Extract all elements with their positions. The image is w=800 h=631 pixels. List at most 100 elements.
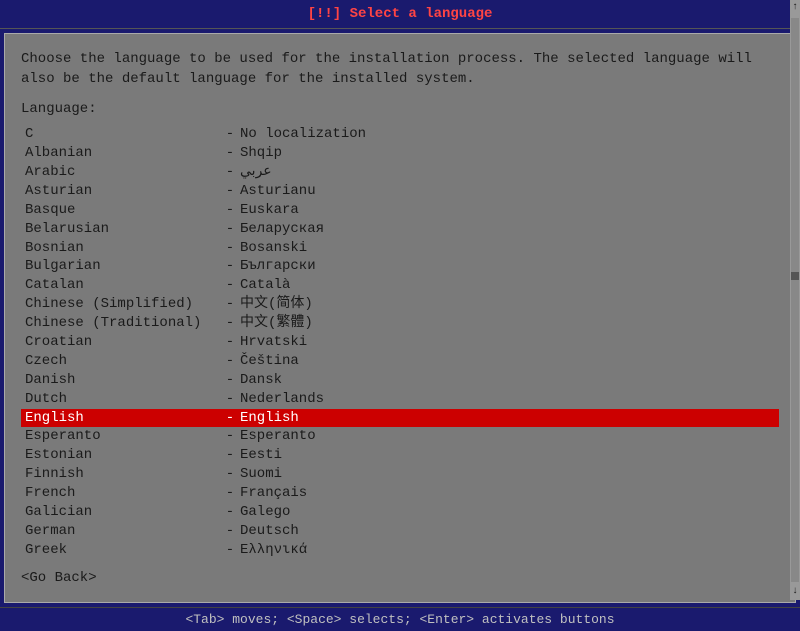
lang-native: Nederlands bbox=[240, 390, 324, 409]
language-item[interactable]: Dutch-Nederlands bbox=[21, 390, 779, 409]
lang-dash: - bbox=[220, 182, 240, 201]
lang-native: 中文(简体) bbox=[240, 295, 313, 314]
lang-name: Czech bbox=[25, 352, 220, 371]
lang-native: Dansk bbox=[240, 371, 282, 390]
lang-dash: - bbox=[220, 427, 240, 446]
lang-dash: - bbox=[220, 522, 240, 541]
lang-name: Bosnian bbox=[25, 239, 220, 258]
lang-name: Belarusian bbox=[25, 220, 220, 239]
lang-dash: - bbox=[220, 541, 240, 560]
lang-dash: - bbox=[220, 201, 240, 220]
lang-dash: - bbox=[220, 295, 240, 314]
language-item[interactable]: Belarusian-Беларуская bbox=[21, 220, 779, 239]
lang-dash: - bbox=[220, 503, 240, 522]
lang-name: German bbox=[25, 522, 220, 541]
language-item[interactable]: German-Deutsch bbox=[21, 522, 779, 541]
language-item[interactable]: Bulgarian-Български bbox=[21, 257, 779, 276]
lang-name: Croatian bbox=[25, 333, 220, 352]
lang-dash: - bbox=[220, 163, 240, 182]
lang-native: عربي bbox=[240, 163, 272, 182]
lang-name: English bbox=[25, 409, 220, 428]
lang-native: Čeština bbox=[240, 352, 299, 371]
lang-dash: - bbox=[220, 446, 240, 465]
lang-dash: - bbox=[220, 333, 240, 352]
language-item[interactable]: Croatian-Hrvatski bbox=[21, 333, 779, 352]
screen: [!!] Select a language Choose the langua… bbox=[0, 0, 800, 600]
lang-native: Esperanto bbox=[240, 427, 316, 446]
lang-name: Bulgarian bbox=[25, 257, 220, 276]
language-item[interactable]: Danish-Dansk bbox=[21, 371, 779, 390]
lang-dash: - bbox=[220, 220, 240, 239]
language-label: Language: bbox=[21, 101, 779, 117]
lang-native: Bosanski bbox=[240, 239, 307, 258]
lang-dash: - bbox=[220, 276, 240, 295]
lang-native: English bbox=[240, 409, 299, 428]
title-bar: [!!] Select a language bbox=[0, 0, 800, 29]
lang-native: Ελληνικά bbox=[240, 541, 307, 560]
language-item[interactable]: French-Français bbox=[21, 484, 779, 503]
desc-line2: also be the default language for the ins… bbox=[21, 70, 779, 90]
lang-name: Chinese (Traditional) bbox=[25, 314, 220, 333]
lang-name: Dutch bbox=[25, 390, 220, 409]
lang-native: Català bbox=[240, 276, 290, 295]
lang-name: Esperanto bbox=[25, 427, 220, 446]
desc-line1: Choose the language to be used for the i… bbox=[21, 50, 779, 70]
description: Choose the language to be used for the i… bbox=[21, 50, 779, 89]
language-item[interactable]: Basque-Euskara bbox=[21, 201, 779, 220]
lang-native: No localization bbox=[240, 125, 366, 144]
lang-dash: - bbox=[220, 144, 240, 163]
lang-native: Eesti bbox=[240, 446, 282, 465]
lang-dash: - bbox=[220, 125, 240, 144]
lang-name: Chinese (Simplified) bbox=[25, 295, 220, 314]
lang-dash: - bbox=[220, 314, 240, 333]
lang-native: Suomi bbox=[240, 465, 282, 484]
lang-dash: - bbox=[220, 257, 240, 276]
language-list[interactable]: C-No localizationAlbanian-ShqipArabic-عر… bbox=[21, 125, 779, 559]
language-item[interactable]: Albanian-Shqip bbox=[21, 144, 779, 163]
language-item[interactable]: Bosnian-Bosanski bbox=[21, 239, 779, 258]
lang-name: French bbox=[25, 484, 220, 503]
items-area: C-No localizationAlbanian-ShqipArabic-عر… bbox=[21, 125, 779, 559]
language-item[interactable]: Arabic-عربي bbox=[21, 163, 779, 182]
lang-name: Galician bbox=[25, 503, 220, 522]
language-item[interactable]: English-English bbox=[21, 409, 779, 428]
lang-name: Greek bbox=[25, 541, 220, 560]
language-item[interactable]: C-No localization bbox=[21, 125, 779, 144]
main-content: Choose the language to be used for the i… bbox=[4, 33, 796, 603]
lang-dash: - bbox=[220, 371, 240, 390]
title-text: [!!] Select a language bbox=[308, 6, 493, 22]
language-item[interactable]: Finnish-Suomi bbox=[21, 465, 779, 484]
lang-native: Deutsch bbox=[240, 522, 299, 541]
lang-dash: - bbox=[220, 484, 240, 503]
language-item[interactable]: Czech-Čeština bbox=[21, 352, 779, 371]
lang-native: Euskara bbox=[240, 201, 299, 220]
lang-name: Estonian bbox=[25, 446, 220, 465]
lang-native: Hrvatski bbox=[240, 333, 307, 352]
language-item[interactable]: Greek-Ελληνικά bbox=[21, 541, 779, 560]
lang-native: Shqip bbox=[240, 144, 282, 163]
lang-dash: - bbox=[220, 352, 240, 371]
lang-dash: - bbox=[220, 390, 240, 409]
lang-dash: - bbox=[220, 239, 240, 258]
language-item[interactable]: Esperanto-Esperanto bbox=[21, 427, 779, 446]
language-item[interactable]: Chinese (Traditional)-中文(繁體) bbox=[21, 314, 779, 333]
lang-name: Albanian bbox=[25, 144, 220, 163]
status-bar: <Tab> moves; <Space> selects; <Enter> ac… bbox=[0, 607, 800, 631]
language-item[interactable]: Galician-Galego bbox=[21, 503, 779, 522]
lang-name: Danish bbox=[25, 371, 220, 390]
lang-native: Беларуская bbox=[240, 220, 324, 239]
language-item[interactable]: Estonian-Eesti bbox=[21, 446, 779, 465]
language-item[interactable]: Catalan-Català bbox=[21, 276, 779, 295]
lang-name: Catalan bbox=[25, 276, 220, 295]
language-item[interactable]: Asturian-Asturianu bbox=[21, 182, 779, 201]
lang-dash: - bbox=[220, 465, 240, 484]
lang-name: C bbox=[25, 125, 220, 144]
lang-name: Finnish bbox=[25, 465, 220, 484]
go-back-button[interactable]: <Go Back> bbox=[21, 570, 779, 586]
lang-name: Basque bbox=[25, 201, 220, 220]
language-item[interactable]: Chinese (Simplified)-中文(简体) bbox=[21, 295, 779, 314]
lang-name: Arabic bbox=[25, 163, 220, 182]
lang-native: Galego bbox=[240, 503, 290, 522]
lang-dash: - bbox=[220, 409, 240, 428]
lang-native: Asturianu bbox=[240, 182, 316, 201]
